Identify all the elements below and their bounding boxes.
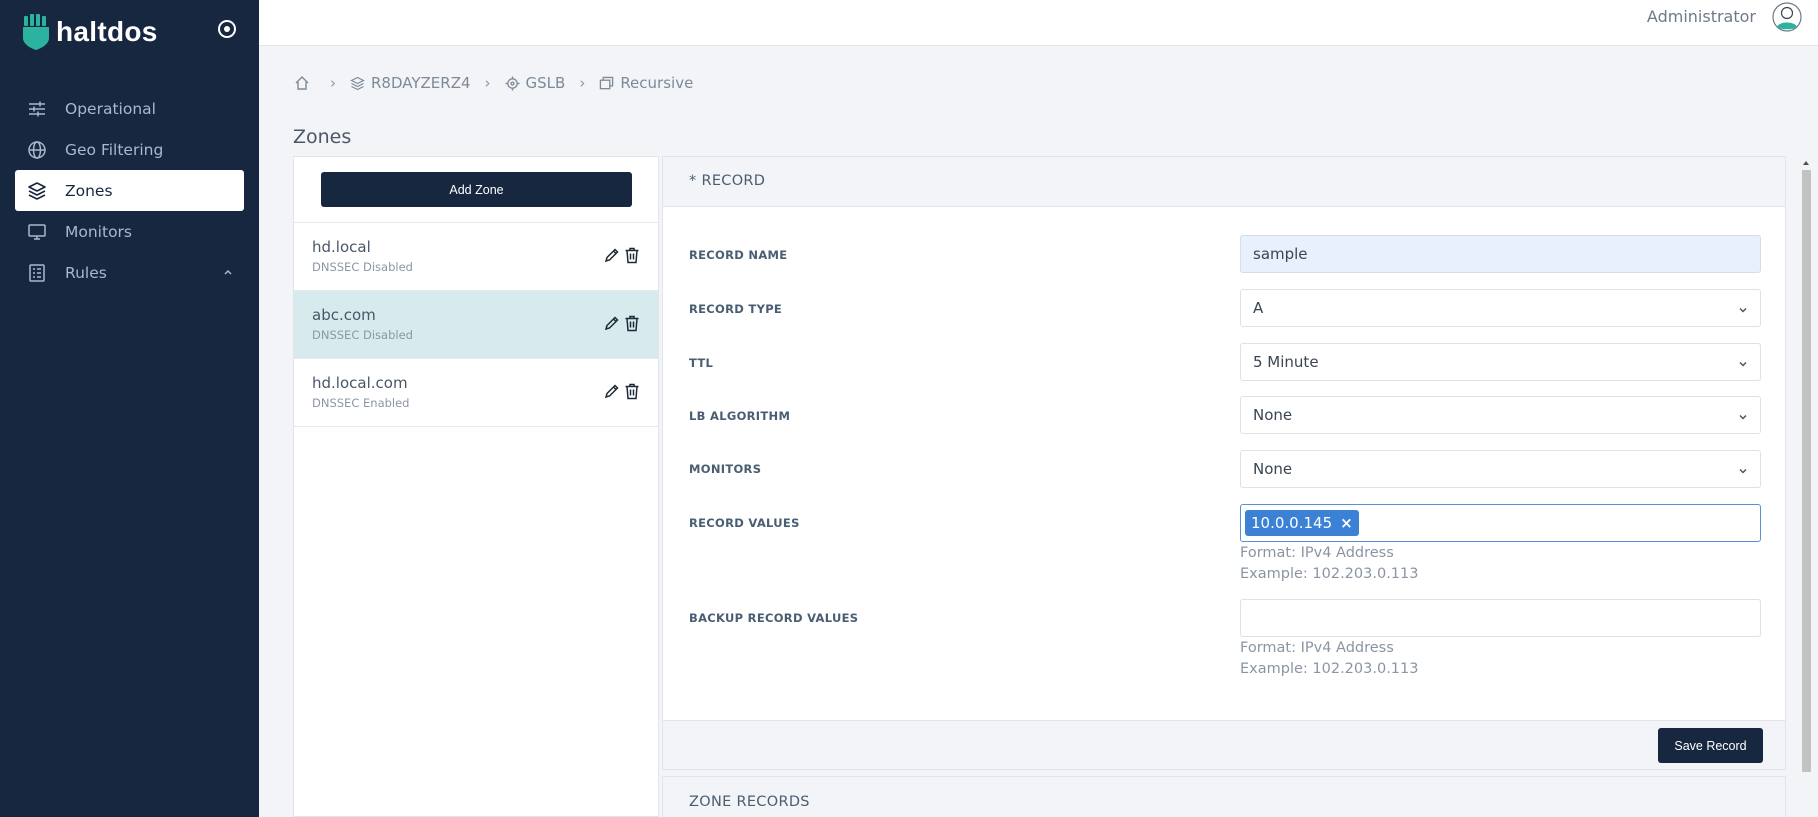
record-type-select[interactable]: A [1240, 289, 1761, 327]
record-header: * RECORD [663, 157, 1785, 207]
breadcrumb-label: R8DAYZERZ4 [371, 74, 471, 92]
breadcrumb-item-recursive[interactable]: Recursive [599, 74, 693, 92]
form-label-ttl: TTL [689, 356, 714, 370]
scrollbar-thumb[interactable] [1802, 170, 1811, 772]
form-label-record-values: RECORD VALUES [689, 516, 800, 530]
breadcrumb-label: GSLB [525, 74, 566, 92]
sidebar-item-geo-filtering[interactable]: Geo Filtering [15, 129, 244, 170]
scroll-up-arrow-icon[interactable] [1801, 158, 1811, 168]
record-panel: * RECORD RECORD NAME sample RECORD TYPE … [662, 156, 1786, 770]
sidebar-item-label: Operational [65, 99, 156, 118]
select-value: A [1253, 299, 1264, 317]
delete-icon[interactable] [624, 315, 640, 333]
zone-actions [604, 247, 640, 265]
form-label-monitors: MONITORS [689, 462, 762, 476]
zone-item-hd-local-com[interactable]: hd.local.com DNSSEC Enabled [294, 359, 658, 427]
sidebar-nav: Operational Geo Filtering Zones Monitors… [15, 88, 244, 293]
edit-icon[interactable] [604, 383, 620, 401]
form-label-backup-record-values: BACKUP RECORD VALUES [689, 611, 859, 625]
brand-name: haltdos [56, 16, 158, 47]
home-icon [295, 76, 309, 90]
help-format: Format: IPv4 Address [1240, 640, 1394, 656]
edit-icon[interactable] [604, 247, 620, 265]
select-value: 5 Minute [1253, 353, 1319, 371]
list-icon [27, 263, 47, 283]
settings-target-icon[interactable] [216, 18, 238, 40]
zone-item-abc-com[interactable]: abc.com DNSSEC Disabled [294, 291, 658, 359]
sidebar-item-label: Monitors [65, 222, 132, 241]
breadcrumb-item-gslb[interactable]: GSLB [504, 74, 566, 92]
page-title: Zones [293, 126, 352, 148]
globe-icon [27, 140, 47, 160]
layers-icon [27, 181, 47, 201]
monitor-icon [27, 222, 47, 242]
chevron-down-icon [1739, 307, 1747, 313]
record-values-tag-input[interactable]: 10.0.0.145 × [1240, 504, 1761, 542]
tag-remove-icon[interactable]: × [1340, 514, 1353, 532]
brand[interactable]: haltdos [22, 12, 158, 52]
sidebar-item-rules[interactable]: Rules [15, 252, 244, 293]
record-value-tag[interactable]: 10.0.0.145 × [1245, 510, 1359, 536]
user-name[interactable]: Administrator [1647, 7, 1756, 26]
chevron-down-icon [1739, 414, 1747, 420]
zone-actions [604, 383, 640, 401]
ttl-select[interactable]: 5 Minute [1240, 343, 1761, 381]
zone-list: hd.local DNSSEC Disabled abc.com DNSSEC … [294, 222, 658, 427]
backup-record-values-input[interactable] [1240, 599, 1761, 637]
monitors-select[interactable]: None [1240, 450, 1761, 488]
form-label-lb-algorithm: LB ALGORITHM [689, 409, 791, 423]
lb-algorithm-select[interactable]: None [1240, 396, 1761, 434]
chevron-down-icon [1739, 468, 1747, 474]
zone-item-hd-local[interactable]: hd.local DNSSEC Disabled [294, 223, 658, 291]
chevron-up-icon[interactable] [222, 266, 234, 278]
sidebar: haltdos Operational Geo Filtering Zones … [0, 0, 259, 817]
backup-record-values-help: Format: IPv4 Address Example: 102.203.0.… [1240, 638, 1418, 680]
sidebar-item-zones[interactable]: Zones [15, 170, 244, 211]
topbar: Administrator [259, 0, 1818, 46]
sidebar-item-monitors[interactable]: Monitors [15, 211, 244, 252]
crosshair-icon [504, 75, 520, 91]
delete-icon[interactable] [624, 383, 640, 401]
chevron-down-icon [1739, 361, 1747, 367]
sidebar-item-label: Rules [65, 263, 107, 282]
record-footer: Save Record [663, 720, 1785, 769]
breadcrumb: › R8DAYZERZ4 › GSLB › Recursive [294, 74, 693, 92]
zones-panel: Add Zone hd.local DNSSEC Disabled abc.co… [293, 156, 659, 817]
sliders-icon [27, 99, 47, 119]
breadcrumb-separator: › [579, 74, 586, 92]
form-label-record-type: RECORD TYPE [689, 302, 783, 316]
tag-label: 10.0.0.145 [1251, 514, 1333, 532]
breadcrumb-item-device[interactable]: R8DAYZERZ4 [350, 74, 471, 92]
form-label-record-name: RECORD NAME [689, 248, 788, 262]
help-example: Example: 102.203.0.113 [1240, 661, 1419, 677]
sidebar-item-label: Geo Filtering [65, 140, 164, 159]
sidebar-item-label: Zones [65, 181, 113, 200]
breadcrumb-separator: › [484, 74, 491, 92]
select-value: None [1253, 406, 1293, 424]
sidebar-item-operational[interactable]: Operational [15, 88, 244, 129]
save-record-button[interactable]: Save Record [1658, 728, 1763, 763]
select-value: None [1253, 460, 1293, 478]
breadcrumb-label: Recursive [620, 74, 694, 92]
help-format: Format: IPv4 Address [1240, 545, 1394, 561]
layers-icon [350, 76, 365, 90]
haltdos-logo-icon [23, 14, 49, 50]
zone-actions [604, 315, 640, 333]
windows-icon [600, 76, 614, 89]
add-zone-button[interactable]: Add Zone [321, 172, 632, 207]
help-example: Example: 102.203.0.113 [1240, 566, 1419, 582]
user-avatar-icon[interactable] [1772, 2, 1802, 32]
record-name-input[interactable]: sample [1240, 235, 1761, 273]
delete-icon[interactable] [624, 247, 640, 265]
breadcrumb-separator: › [330, 74, 336, 92]
edit-icon[interactable] [604, 315, 620, 333]
record-values-help: Format: IPv4 Address Example: 102.203.0.… [1240, 543, 1418, 585]
zone-records-header: ZONE RECORDS [662, 776, 1786, 817]
breadcrumb-home[interactable] [294, 75, 316, 91]
